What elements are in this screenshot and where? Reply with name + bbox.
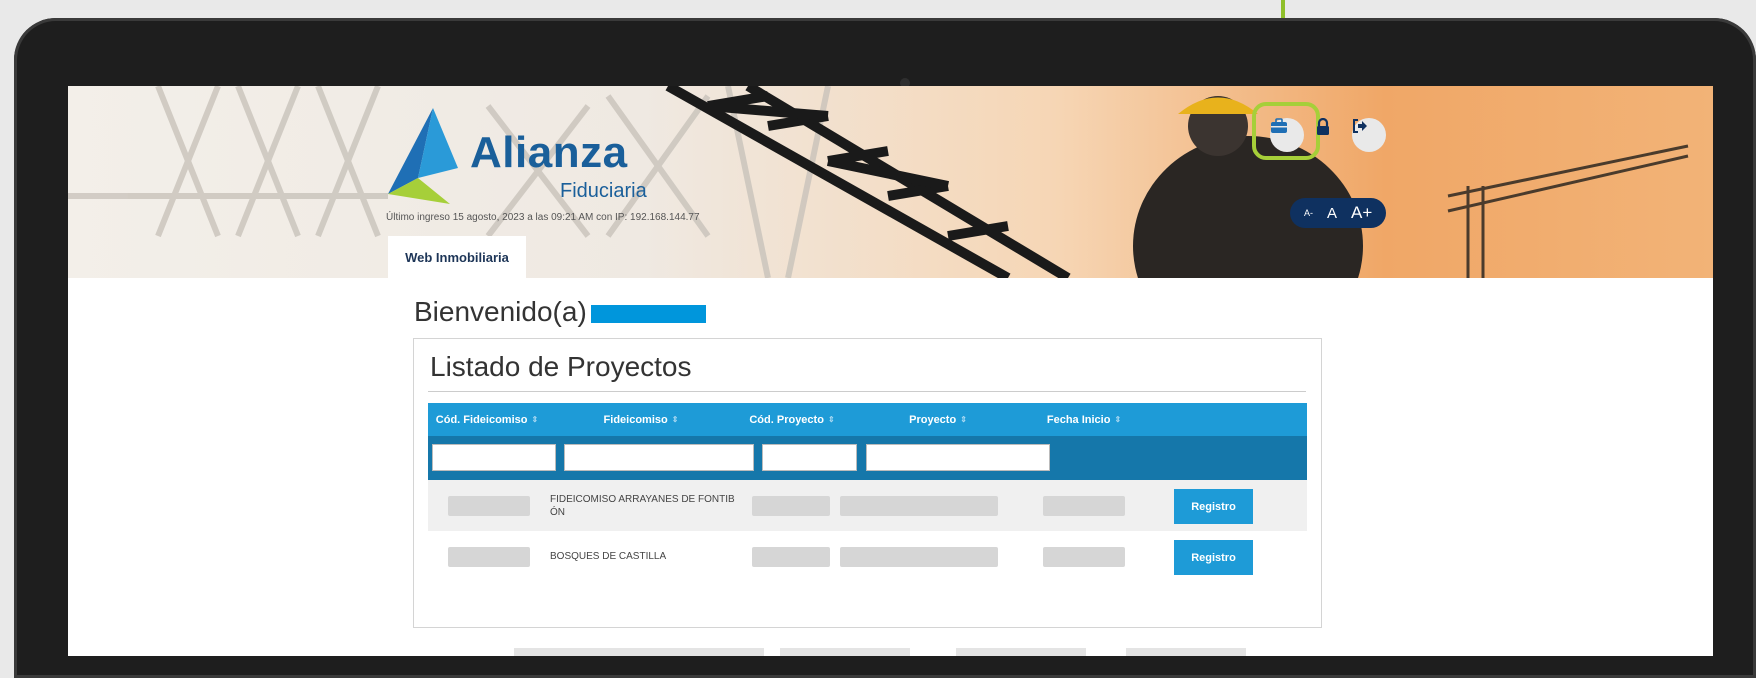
redacted-cell	[840, 496, 998, 516]
projects-title: Listado de Proyectos	[430, 351, 692, 382]
redacted-username	[590, 304, 706, 323]
sort-icon: ⇕	[827, 415, 835, 424]
redacted-cell	[448, 547, 530, 567]
table-row: BOSQUES DE CASTILLA Registro	[428, 531, 1307, 582]
font-normal-button[interactable]: A	[1327, 205, 1337, 222]
fideicomiso-cell: FIDEICOMISO ARRAYANES DE FONTIB ÓN	[550, 493, 735, 518]
tab-web-inmobiliaria[interactable]: Web Inmobiliaria	[388, 236, 526, 278]
divider	[428, 391, 1306, 392]
redacted-cell	[840, 547, 998, 567]
welcome-heading: Bienvenido(a)	[414, 296, 706, 328]
projects-panel: Listado de Proyectos Cód. Fideicomiso ⇕ F…	[413, 338, 1322, 628]
fideicomiso-cell: BOSQUES DE CASTILLA	[550, 551, 667, 562]
table-row: FIDEICOMISO ARRAYANES DE FONTIB ÓN Regis…	[428, 480, 1307, 531]
redacted-cell	[752, 547, 830, 567]
font-size-controls: A- A A+	[1290, 198, 1387, 228]
column-header-fecha-inicio[interactable]: Fecha Inicio ⇕	[1028, 403, 1140, 436]
column-header-proyecto[interactable]: Proyecto ⇕	[848, 403, 1028, 436]
change-password-button[interactable]	[1316, 118, 1350, 152]
column-header-cod-fideicomiso[interactable]: Cód. Fideicomiso ⇕	[428, 403, 546, 436]
filter-fideicomiso-input[interactable]	[564, 444, 754, 471]
font-increase-button[interactable]: A+	[1351, 203, 1372, 223]
header-banner: Alianza Fiduciaria Último ingreso 15 ago…	[68, 86, 1713, 278]
logo-subtitle: Fiduciaria	[560, 180, 647, 202]
redacted-cell	[752, 496, 830, 516]
column-header-cod-proyecto[interactable]: Cód. Proyecto ⇕	[736, 403, 848, 436]
redacted-cell	[1043, 547, 1125, 567]
tab-bar: Web Inmobiliaria	[68, 236, 1713, 278]
app-screen: Alianza Fiduciaria Último ingreso 15 ago…	[68, 86, 1713, 656]
registro-button[interactable]: Registro	[1174, 489, 1253, 524]
last-login-info: Último ingreso 15 agosto, 2023 a las 09:…	[386, 212, 700, 223]
redacted-cell	[1043, 496, 1125, 516]
column-header-fideicomiso[interactable]: Fideicomiso ⇕	[546, 403, 736, 436]
sort-icon: ⇕	[1114, 415, 1122, 424]
pagination-placeholder	[1126, 648, 1246, 656]
pagination-placeholder	[956, 648, 1086, 656]
pagination-placeholder	[514, 648, 764, 656]
logo-name: Alianza	[470, 128, 628, 177]
filter-proyecto-input[interactable]	[866, 444, 1050, 471]
lock-icon	[1317, 118, 1329, 135]
filter-cod-proyecto-input[interactable]	[762, 444, 857, 471]
alianza-logo-mark-icon	[388, 108, 458, 204]
callout-highlight-box	[1252, 102, 1320, 160]
redacted-cell	[448, 496, 530, 516]
sort-icon: ⇕	[960, 415, 967, 424]
sort-icon: ⇕	[671, 415, 679, 424]
font-decrease-button[interactable]: A-	[1304, 208, 1313, 218]
filter-cod-fideicomiso-input[interactable]	[432, 444, 556, 471]
sort-icon: ⇕	[531, 415, 539, 424]
logout-button[interactable]	[1352, 118, 1386, 152]
pagination-placeholder	[780, 648, 910, 656]
table-header: Cód. Fideicomiso ⇕ Fideicomiso ⇕ Cód. Proy…	[428, 403, 1307, 436]
logout-icon	[1353, 119, 1367, 133]
welcome-text: Bienvenido(a)	[414, 296, 587, 327]
filter-row	[428, 436, 1307, 480]
registro-button[interactable]: Registro	[1174, 540, 1253, 575]
